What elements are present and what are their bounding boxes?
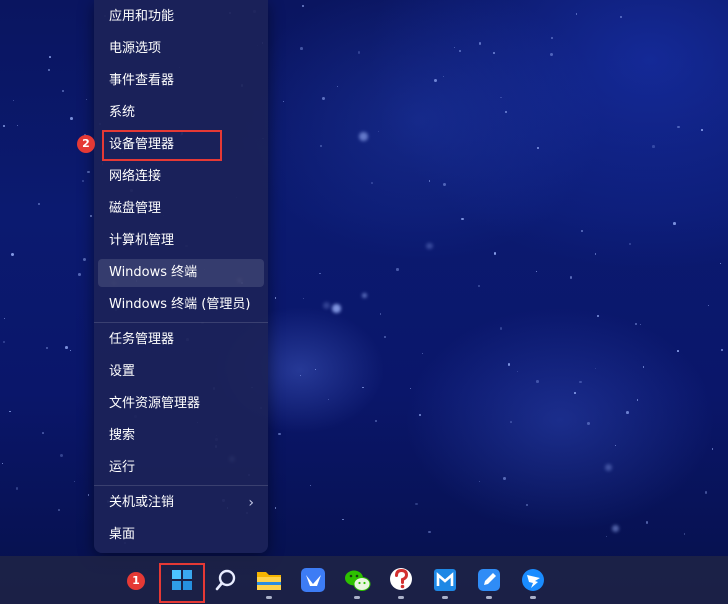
taskbar-feishu[interactable] [295, 560, 331, 600]
taskbar-file-explorer[interactable] [251, 560, 287, 600]
menu-item-shutdown-signout[interactable]: 关机或注销 › [98, 489, 264, 517]
wechat-icon [345, 570, 371, 591]
taskbar-dingtalk[interactable] [515, 560, 551, 600]
taskbar-note-app[interactable] [471, 560, 507, 600]
maxthon-icon [434, 569, 456, 591]
menu-item-apps-features[interactable]: 应用和功能 [98, 3, 264, 31]
taskbar-help[interactable] [383, 560, 419, 600]
menu-item-disk-management[interactable]: 磁盘管理 [98, 195, 264, 223]
menu-item-system[interactable]: 系统 [98, 99, 264, 127]
menu-item-search[interactable]: 搜索 [98, 422, 264, 450]
taskbar-wechat[interactable] [339, 560, 375, 600]
menu-item-event-viewer[interactable]: 事件查看器 [98, 67, 264, 95]
step-badge-2: 2 [77, 135, 95, 153]
menu-item-network[interactable]: 网络连接 [98, 163, 264, 191]
menu-item-run[interactable]: 运行 [98, 454, 264, 482]
menu-item-computer-management[interactable]: 计算机管理 [98, 227, 264, 255]
menu-item-task-manager[interactable]: 任务管理器 [98, 326, 264, 354]
running-indicator [486, 596, 492, 599]
menu-item-power-options[interactable]: 电源选项 [98, 35, 264, 63]
feishu-icon [301, 568, 325, 592]
menu-item-file-explorer[interactable]: 文件资源管理器 [98, 390, 264, 418]
search-icon [215, 569, 236, 591]
start-context-menu: 应用和功能 电源选项 事件查看器 系统 设备管理器 网络连接 磁盘管理 计算机管… [94, 0, 268, 553]
running-indicator [530, 596, 536, 599]
running-indicator [354, 596, 360, 599]
menu-item-settings[interactable]: 设置 [98, 358, 264, 386]
menu-separator [94, 485, 268, 486]
file-explorer-icon [257, 572, 281, 590]
menu-separator [94, 322, 268, 323]
help-icon [390, 568, 412, 590]
taskbar-maxthon[interactable] [427, 560, 463, 600]
running-indicator [442, 596, 448, 599]
running-indicator [266, 596, 272, 599]
start-button[interactable] [164, 560, 200, 600]
highlight-box-device-manager [102, 130, 222, 161]
dingtalk-icon [522, 569, 544, 591]
menu-item-label: 关机或注销 [109, 495, 175, 510]
menu-item-windows-terminal-admin[interactable]: Windows 终端 (管理员) [98, 291, 264, 319]
chevron-right-icon: › [248, 495, 254, 511]
running-indicator [398, 596, 404, 599]
note-edit-icon [478, 569, 500, 591]
search-button[interactable] [208, 560, 244, 600]
menu-item-desktop[interactable]: 桌面 [98, 521, 264, 549]
menu-item-windows-terminal[interactable]: Windows 终端 [98, 259, 264, 287]
step-badge-1: 1 [127, 572, 145, 590]
windows-start-icon [172, 570, 192, 590]
